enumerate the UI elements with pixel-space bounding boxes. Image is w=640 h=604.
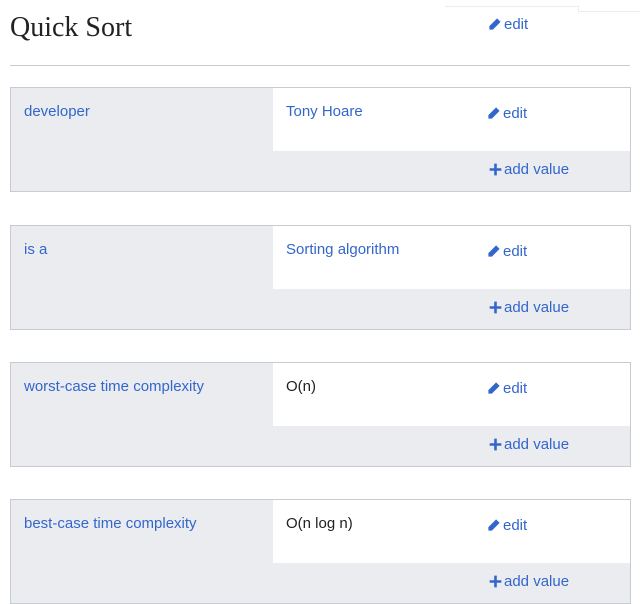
title-edit-label: edit [504, 16, 529, 33]
add-value-label: add value [504, 161, 570, 178]
statement-best-case: best-case time complexity O(n log n) edi… [10, 499, 631, 604]
statement-developer: developer Tony Hoare edit add value [10, 87, 631, 192]
pencil-icon [488, 107, 500, 119]
add-value-label: add value [504, 436, 570, 453]
title-edit-button[interactable]: edit [488, 15, 528, 35]
property-link[interactable]: best-case time complexity [24, 514, 197, 534]
property-link[interactable]: worst-case time complexity [24, 377, 204, 397]
plus-icon [489, 163, 502, 176]
property-link[interactable]: developer [24, 102, 90, 122]
add-value-button[interactable]: add value [489, 572, 569, 592]
plus-icon [489, 575, 502, 588]
add-value-button[interactable]: add value [489, 160, 569, 180]
edit-label: edit [503, 243, 528, 260]
value-link[interactable]: Tony Hoare [286, 102, 363, 122]
tab-border-right [579, 11, 640, 12]
value-link[interactable]: Sorting algorithm [286, 240, 399, 260]
edit-button[interactable]: edit [487, 242, 527, 262]
pencil-icon [489, 18, 501, 30]
add-value-label: add value [504, 299, 570, 316]
value-cell: Sorting algorithm edit [273, 226, 630, 289]
statement-worst-case: worst-case time complexity O(n) edit add… [10, 362, 631, 467]
plus-icon [489, 438, 502, 451]
edit-button[interactable]: edit [487, 379, 527, 399]
value-cell: Tony Hoare edit [273, 88, 630, 151]
edit-button[interactable]: edit [487, 516, 527, 536]
value-cell: O(n log n) edit [273, 500, 630, 563]
edit-label: edit [503, 517, 528, 534]
property-link[interactable]: is a [24, 240, 47, 260]
value-text: O(n log n) [286, 515, 353, 532]
value-cell: O(n) edit [273, 363, 630, 426]
tab-border [445, 6, 578, 7]
edit-label: edit [503, 380, 528, 397]
page-title: Quick Sort [10, 12, 133, 43]
edit-button[interactable]: edit [487, 104, 527, 124]
plus-icon [489, 301, 502, 314]
statement-is-a: is a Sorting algorithm edit add value [10, 225, 631, 330]
add-value-label: add value [504, 573, 570, 590]
value-text: O(n) [286, 378, 316, 395]
add-value-button[interactable]: add value [489, 435, 569, 455]
pencil-icon [488, 382, 500, 394]
edit-label: edit [503, 105, 528, 122]
title-divider [10, 65, 630, 66]
pencil-icon [488, 245, 500, 257]
pencil-icon [488, 519, 500, 531]
add-value-button[interactable]: add value [489, 298, 569, 318]
